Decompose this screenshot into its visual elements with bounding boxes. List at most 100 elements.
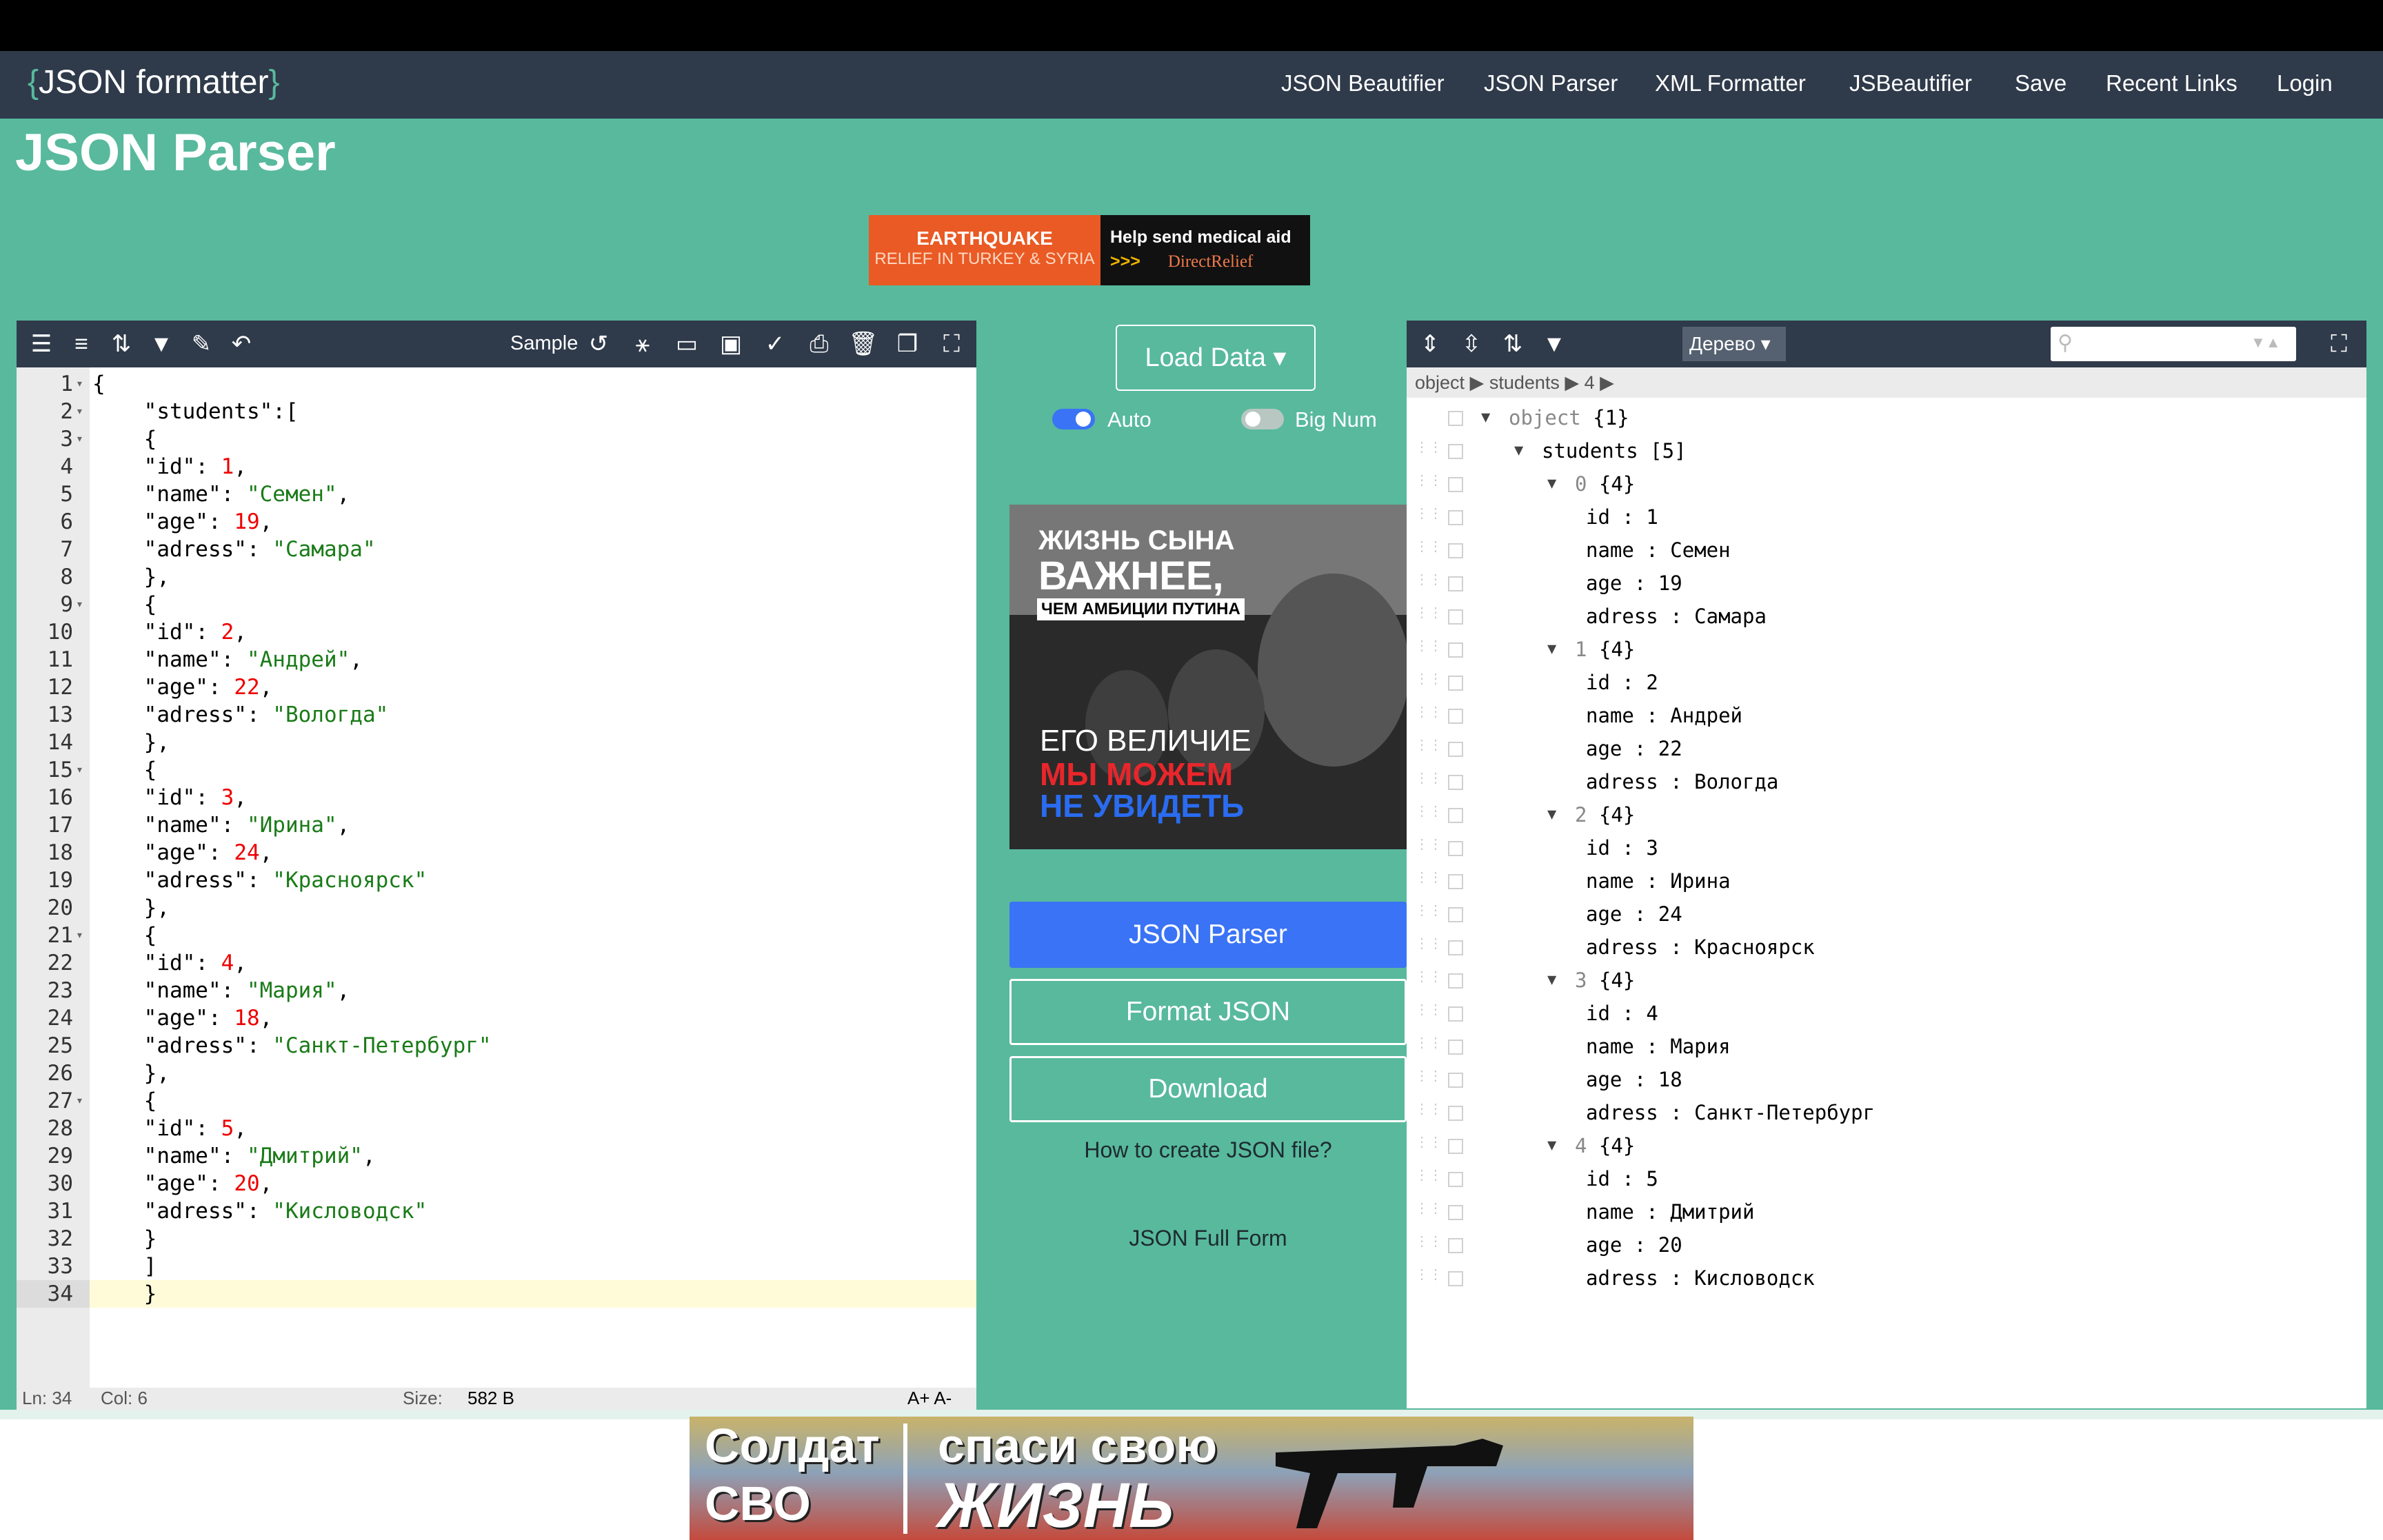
node-menu-icon[interactable] <box>1448 1006 1463 1022</box>
tree-node[interactable]: ⋮⋮ age : 20 <box>1407 1228 2366 1262</box>
nav-item-xml-formatter[interactable]: XML Formatter <box>1655 70 1806 97</box>
expand-triangle-icon[interactable]: ▼ <box>1547 633 1556 666</box>
code-line[interactable]: 15 ▾ { <box>17 756 976 784</box>
tree-icon[interactable]: ⚹ <box>627 329 658 359</box>
auto-toggle[interactable] <box>1052 409 1095 429</box>
node-menu-icon[interactable] <box>1448 411 1463 426</box>
font-size-controls[interactable]: A+ A- <box>907 1388 952 1409</box>
node-menu-icon[interactable] <box>1448 1271 1463 1286</box>
code-line[interactable]: 28 "id": 5, <box>17 1115 976 1142</box>
tree-node[interactable]: ⋮⋮ ▼ 0 {4} <box>1407 467 2366 500</box>
code-line[interactable]: 19 "adress": "Красноярск" <box>17 867 976 894</box>
code-line[interactable]: 18 "age": 24, <box>17 839 976 867</box>
expand-all-icon[interactable]: ⇕ <box>1415 329 1445 359</box>
tree-node[interactable]: ⋮⋮ id : 4 <box>1407 997 2366 1030</box>
drag-handle-icon[interactable]: ⋮⋮ <box>1415 903 1442 922</box>
tree-node[interactable]: ⋮⋮ adress : Самара <box>1407 600 2366 633</box>
drag-handle-icon[interactable]: ⋮⋮ <box>1415 936 1442 955</box>
drag-handle-icon[interactable]: ⋮⋮ <box>1415 638 1442 657</box>
nav-item-login[interactable]: Login <box>2277 70 2333 97</box>
fullscreen-icon[interactable]: ⛶ <box>2324 329 2354 359</box>
filter-icon[interactable]: ▼ <box>146 329 177 359</box>
drag-handle-icon[interactable]: ⋮⋮ <box>1415 1068 1442 1087</box>
nav-item-recent-links[interactable]: Recent Links <box>2106 70 2238 97</box>
tree-node[interactable]: ⋮⋮ name : Андрей <box>1407 699 2366 732</box>
indent-icon[interactable]: ☰ <box>26 329 57 359</box>
code-line[interactable]: 33 ] <box>17 1253 976 1280</box>
drag-handle-icon[interactable]: ⋮⋮ <box>1415 1102 1442 1120</box>
drag-handle-icon[interactable]: ⋮⋮ <box>1415 1234 1442 1253</box>
node-menu-icon[interactable] <box>1448 1040 1463 1055</box>
tree-node[interactable]: ⋮⋮ age : 24 <box>1407 898 2366 931</box>
tree-node[interactable]: ⋮⋮ age : 18 <box>1407 1063 2366 1096</box>
drag-handle-icon[interactable]: ⋮⋮ <box>1415 804 1442 822</box>
expand-triangle-icon[interactable]: ▼ <box>1547 964 1556 997</box>
tree-node[interactable]: ⋮⋮ ▼ students [5] <box>1407 434 2366 467</box>
drag-handle-icon[interactable]: ⋮⋮ <box>1415 870 1442 889</box>
code-line[interactable]: 10 "id": 2, <box>17 618 976 646</box>
drag-handle-icon[interactable]: ⋮⋮ <box>1415 969 1442 988</box>
check-icon[interactable]: ✓ <box>760 329 790 359</box>
drag-handle-icon[interactable]: ⋮⋮ <box>1415 473 1442 492</box>
code-line[interactable]: 1 ▾ { <box>17 370 976 398</box>
code-line[interactable]: 30 "age": 20, <box>17 1170 976 1197</box>
code-line[interactable]: 22 "id": 4, <box>17 949 976 977</box>
code-line[interactable]: 4 "id": 1, <box>17 453 976 480</box>
tree-node[interactable]: ⋮⋮ id : 1 <box>1407 500 2366 534</box>
node-menu-icon[interactable] <box>1448 1139 1463 1154</box>
ad-banner-middle[interactable]: ЖИЗНЬ СЫНА ВАЖНЕЕ, ЧЕМ АМБИЦИИ ПУТИНА ЕГ… <box>1009 505 1407 849</box>
node-menu-icon[interactable] <box>1448 543 1463 558</box>
drag-handle-icon[interactable]: ⋮⋮ <box>1415 605 1442 624</box>
node-menu-icon[interactable] <box>1448 775 1463 790</box>
code-line[interactable]: 2 ▾ "students":[ <box>17 398 976 425</box>
expand-triangle-icon[interactable]: ▼ <box>1547 1129 1556 1162</box>
code-line[interactable]: 3 ▾ { <box>17 425 976 453</box>
expand-triangle-icon[interactable]: ▼ <box>1514 434 1523 467</box>
nav-item-json-parser[interactable]: JSON Parser <box>1484 70 1618 97</box>
nav-item-json-beautifier[interactable]: JSON Beautifier <box>1281 70 1445 97</box>
node-menu-icon[interactable] <box>1448 576 1463 591</box>
code-line[interactable]: 23 "name": "Мария", <box>17 977 976 1004</box>
fold-icon[interactable]: ▾ <box>76 398 83 425</box>
load-data-button[interactable]: Load Data ▾ <box>1116 325 1316 391</box>
code-line[interactable]: 20 }, <box>17 894 976 922</box>
sort-icon[interactable]: ⇅ <box>106 329 137 359</box>
expand-triangle-icon[interactable]: ▼ <box>1547 798 1556 831</box>
tree-node[interactable]: ⋮⋮ age : 19 <box>1407 567 2366 600</box>
node-menu-icon[interactable] <box>1448 642 1463 658</box>
drag-handle-icon[interactable]: ⋮⋮ <box>1415 572 1442 591</box>
sort-icon[interactable]: ⇅ <box>1498 329 1528 359</box>
tree-node[interactable]: ⋮⋮ adress : Вологда <box>1407 765 2366 798</box>
tree-node[interactable]: ⋮⋮ ▼ 3 {4} <box>1407 964 2366 997</box>
node-menu-icon[interactable] <box>1448 709 1463 724</box>
drag-handle-icon[interactable]: ⋮⋮ <box>1415 1168 1442 1186</box>
breadcrumb[interactable]: object ▶ students ▶ 4 ▶ <box>1407 367 2366 398</box>
drag-handle-icon[interactable]: ⋮⋮ <box>1415 738 1442 756</box>
tree-node[interactable]: ⋮⋮ ▼ 2 {4} <box>1407 798 2366 831</box>
drag-handle-icon[interactable]: ⋮⋮ <box>1415 440 1442 458</box>
drag-handle-icon[interactable]: ⋮⋮ <box>1415 1002 1442 1021</box>
ad-banner-bottom[interactable]: Солдат СВО спаси свою ЖИЗНЬ <box>690 1417 1693 1540</box>
code-line[interactable]: 12 "age": 22, <box>17 673 976 701</box>
expand-triangle-icon[interactable]: ▼ <box>1547 467 1556 500</box>
code-line[interactable]: 5 "name": "Семен", <box>17 480 976 508</box>
json-full-form-link[interactable]: JSON Full Form <box>1009 1226 1407 1251</box>
tree-node[interactable]: ⋮⋮ name : Семен <box>1407 534 2366 567</box>
fold-icon[interactable]: ▾ <box>76 1087 83 1115</box>
undo-icon[interactable]: ↶ <box>226 329 257 359</box>
node-menu-icon[interactable] <box>1448 510 1463 525</box>
copy-icon[interactable]: ❐ <box>892 329 923 359</box>
node-menu-icon[interactable] <box>1448 1238 1463 1253</box>
how-to-create-link[interactable]: How to create JSON file? <box>1009 1137 1407 1163</box>
code-line[interactable]: 21 ▾ { <box>17 922 976 949</box>
code-line[interactable]: 24 "age": 18, <box>17 1004 976 1032</box>
drag-handle-icon[interactable]: ⋮⋮ <box>1415 539 1442 558</box>
fold-icon[interactable]: ▾ <box>76 756 83 784</box>
tree-node[interactable]: ⋮⋮ name : Мария <box>1407 1030 2366 1063</box>
code-line[interactable]: 32 } <box>17 1225 976 1253</box>
code-line[interactable]: 26 }, <box>17 1060 976 1087</box>
node-menu-icon[interactable] <box>1448 808 1463 823</box>
node-menu-icon[interactable] <box>1448 444 1463 459</box>
drag-handle-icon[interactable]: ⋮⋮ <box>1415 1035 1442 1054</box>
node-menu-icon[interactable] <box>1448 874 1463 889</box>
